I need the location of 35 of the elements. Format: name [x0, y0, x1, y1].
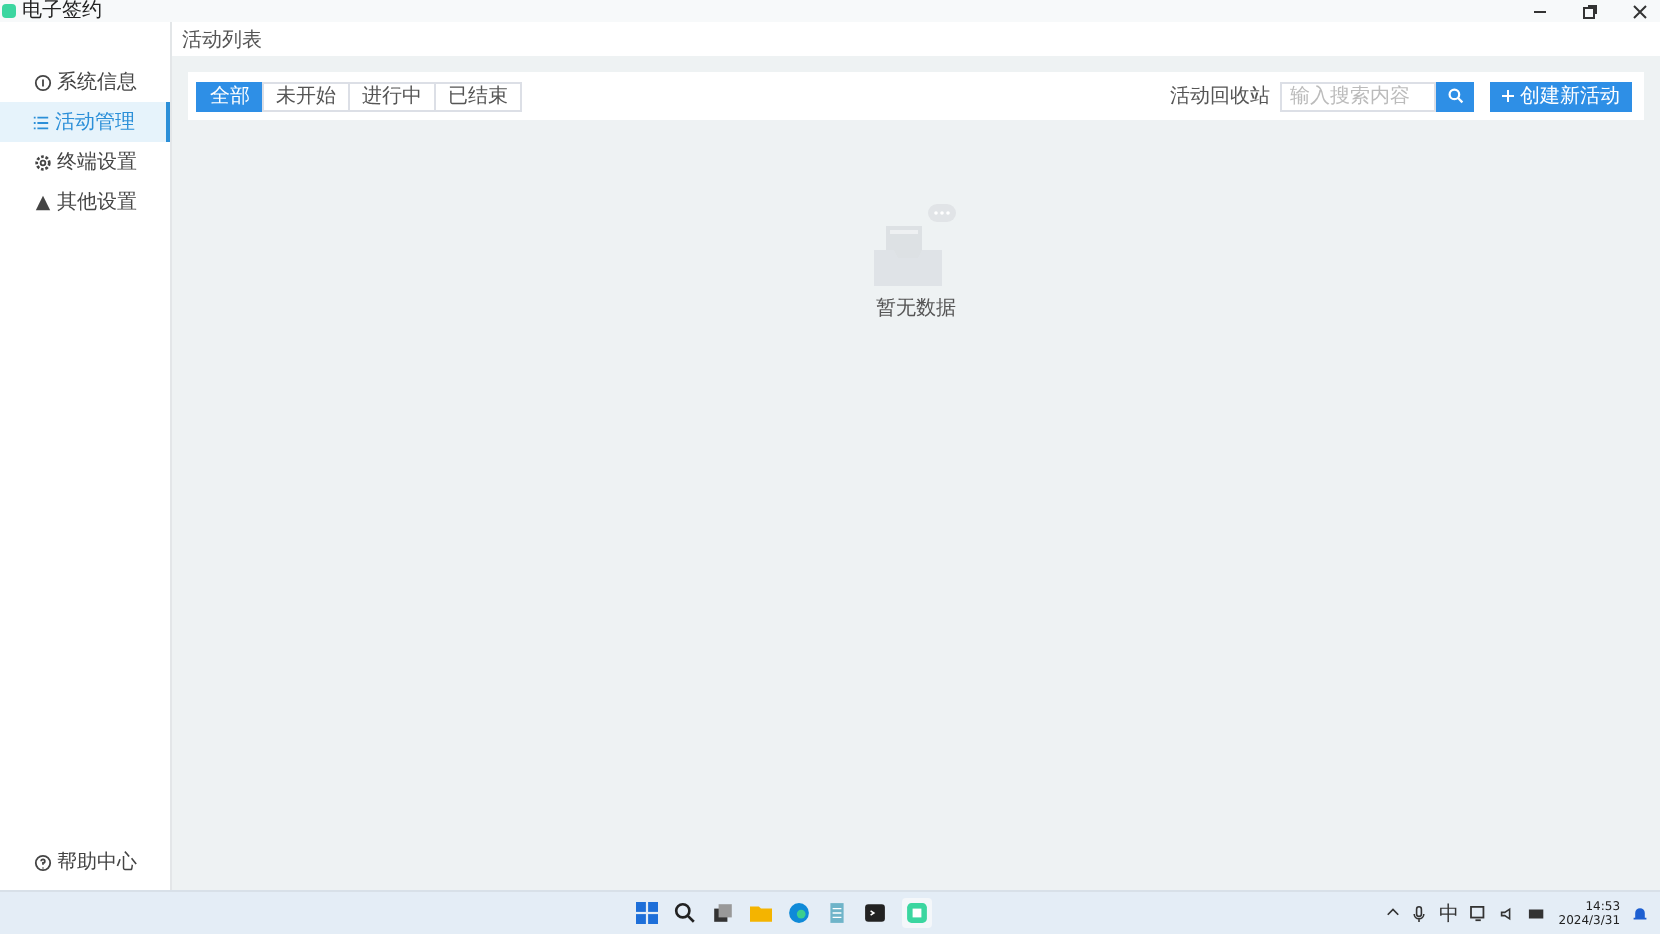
empty-state-text: 暂无数据: [876, 295, 956, 322]
search-field[interactable]: 输入搜索内容: [1280, 81, 1436, 111]
sidebar-item[interactable]: 其他设置: [0, 182, 170, 222]
plus-icon: [1502, 90, 1514, 102]
task-view-icon[interactable]: [711, 902, 734, 924]
microphone-icon[interactable]: [1412, 905, 1427, 921]
search-icon: [1447, 88, 1463, 104]
filter-tab[interactable]: 进行中: [348, 81, 436, 111]
input-method-indicator[interactable]: 中: [1438, 899, 1459, 927]
battery-icon[interactable]: [1528, 905, 1547, 921]
notification-bell-icon[interactable]: [1632, 904, 1649, 922]
restore-icon[interactable]: [1582, 3, 1598, 19]
close-icon[interactable]: [1632, 3, 1648, 19]
help-center-link[interactable]: 帮助中心: [0, 838, 170, 886]
sidebar-item[interactable]: 终端设置: [0, 142, 170, 182]
monitor-icon[interactable]: [1470, 905, 1489, 921]
browser-icon[interactable]: [787, 902, 810, 924]
sidebar-item[interactable]: 系统信息: [0, 62, 170, 102]
help-icon: [33, 853, 51, 871]
filter-tab[interactable]: 未开始: [262, 81, 350, 111]
warning-icon: [33, 193, 51, 211]
gear-icon: [33, 153, 51, 171]
filter-tab[interactable]: 已结束: [434, 81, 522, 111]
app-logo-icon: [2, 4, 16, 18]
list-icon: [31, 113, 49, 131]
empty-inbox-icon: [870, 202, 962, 290]
chevron-up-icon[interactable]: [1386, 906, 1401, 920]
breadcrumb: 活动列表: [182, 27, 262, 53]
terminal-icon[interactable]: [863, 902, 886, 924]
recycle-bin-link[interactable]: 活动回收站: [1170, 82, 1270, 110]
search-button[interactable]: [1436, 81, 1474, 111]
window-title: 电子签约: [22, 0, 102, 22]
search-icon[interactable]: [673, 902, 696, 924]
start-icon[interactable]: [635, 902, 658, 924]
info-icon: [33, 73, 51, 91]
